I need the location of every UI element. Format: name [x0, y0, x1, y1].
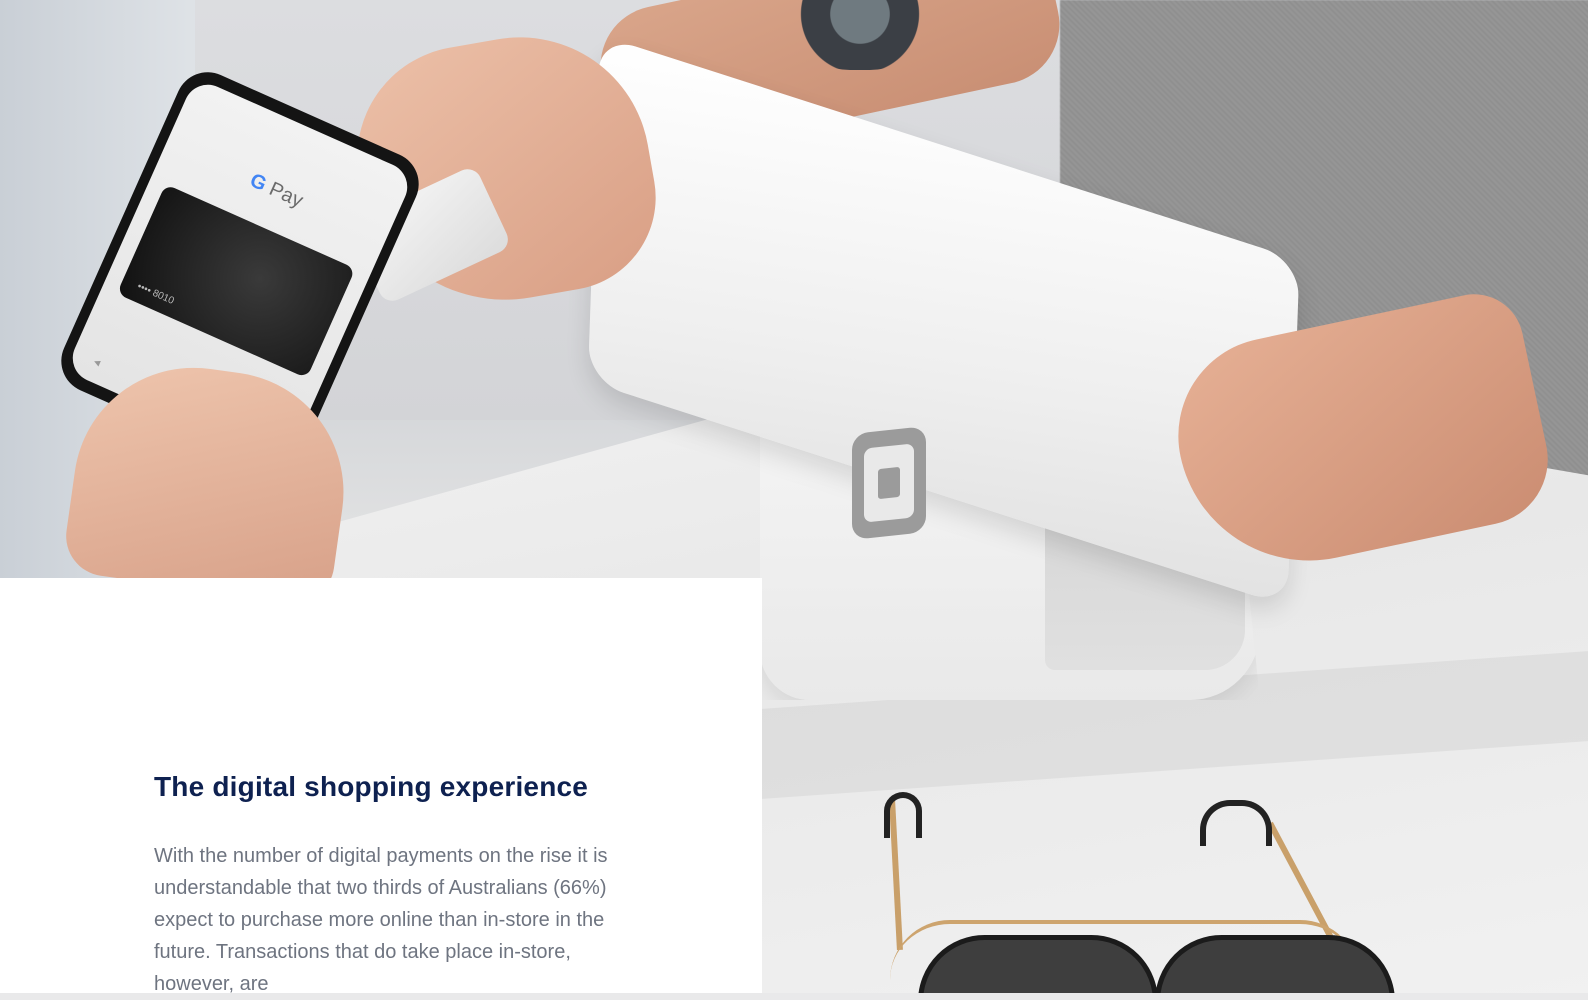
article-panel: The digital shopping experience With the…: [0, 578, 762, 995]
article-body: With the number of digital payments on t…: [154, 845, 608, 995]
sunglasses-lens-right: [1155, 935, 1395, 993]
google-g-icon: G: [246, 169, 270, 196]
sunglasses-tip-right: [1200, 800, 1272, 846]
sunglasses-lens-left: [918, 935, 1158, 993]
square-icon: [852, 426, 926, 540]
sunglasses-tip-left: [884, 792, 922, 838]
article-heading: The digital shopping experience: [154, 771, 589, 802]
gpay-label: Pay: [265, 177, 307, 213]
card-number: •••• 8010: [135, 281, 176, 307]
